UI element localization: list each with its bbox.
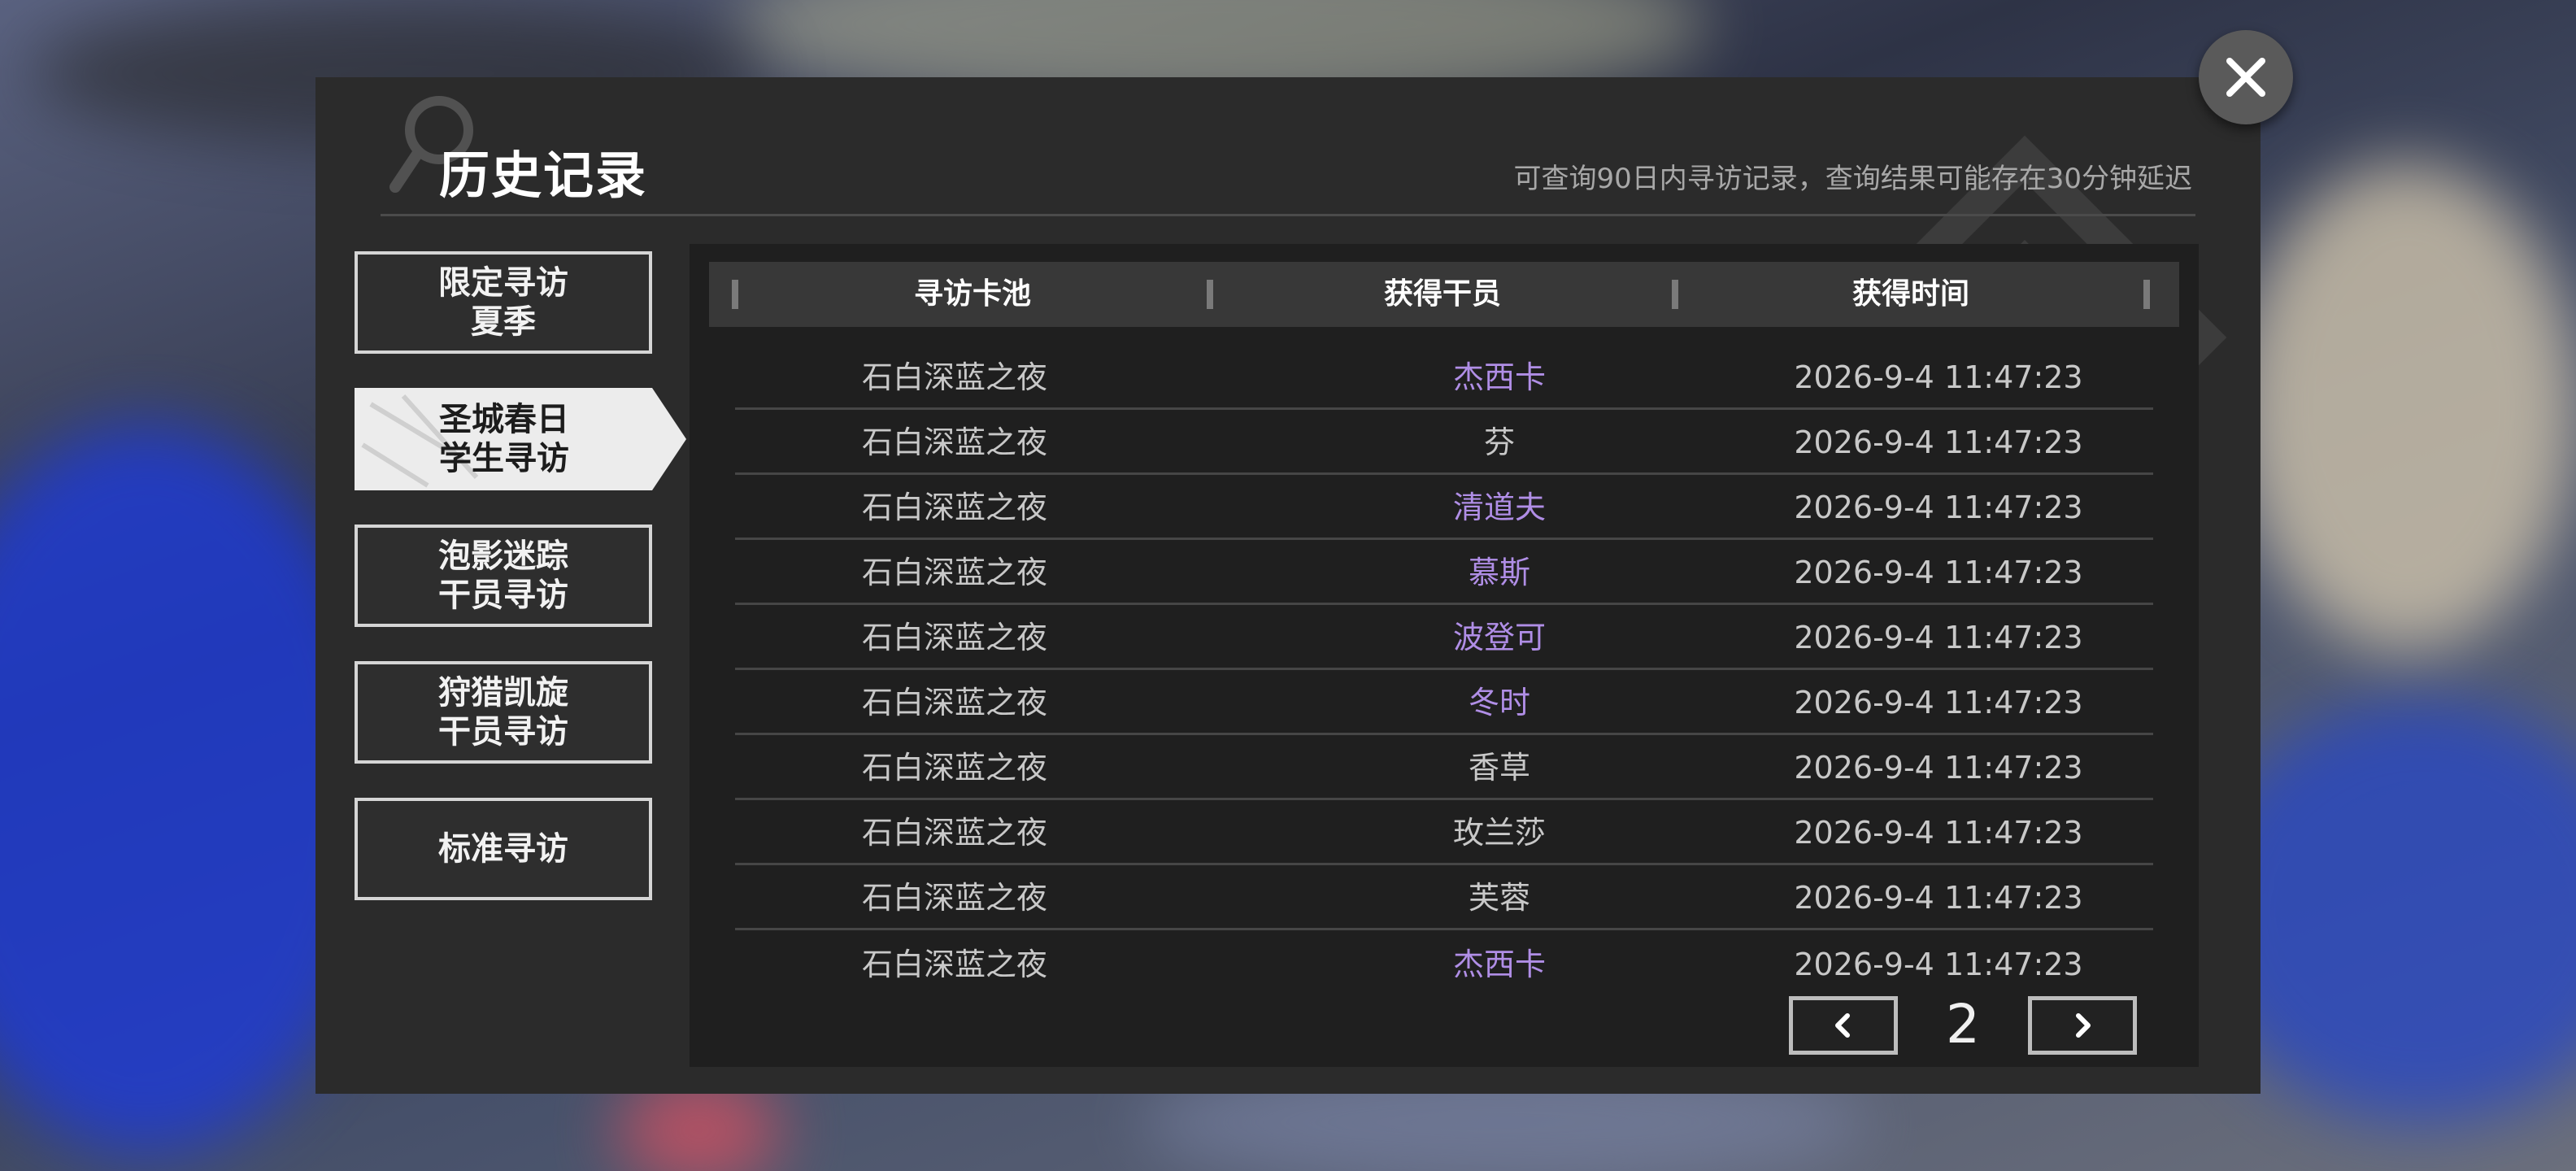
pool-cell: 石白深蓝之夜 bbox=[861, 947, 1047, 982]
table-row: 石白深蓝之夜 芬 2026-9-4 11:47:23 bbox=[735, 410, 2153, 475]
pool-cell: 石白深蓝之夜 bbox=[861, 424, 1047, 460]
page-title: 历史记录 bbox=[439, 146, 648, 205]
table-row: 石白深蓝之夜 慕斯 2026-9-4 11:47:23 bbox=[735, 540, 2153, 605]
pool-cell: 石白深蓝之夜 bbox=[861, 359, 1047, 395]
pool-cell: 石白深蓝之夜 bbox=[861, 880, 1047, 916]
table-row: 石白深蓝之夜 玫兰莎 2026-9-4 11:47:23 bbox=[735, 800, 2153, 865]
tab-holy-city-spring[interactable]: 圣城春日 学生寻访 bbox=[355, 388, 686, 490]
tab-label: 泡影迷踪 干员寻访 bbox=[438, 538, 568, 614]
tab-limited-summer[interactable]: 限定寻访 夏季 bbox=[355, 251, 652, 354]
operator-cell: 杰西卡 bbox=[1452, 947, 1546, 982]
table-row: 石白深蓝之夜 杰西卡 2026-9-4 11:47:23 bbox=[735, 932, 2153, 997]
row-divider bbox=[735, 928, 2153, 930]
table-row: 石白深蓝之夜 清道夫 2026-9-4 11:47:23 bbox=[735, 475, 2153, 540]
table-header: 寻访卡池 获得干员 获得时间 bbox=[709, 262, 2179, 327]
time-cell: 2026-9-4 11:47:23 bbox=[1794, 815, 2083, 851]
tab-label: 标准寻访 bbox=[438, 830, 568, 868]
chevron-left-icon bbox=[1835, 1013, 1850, 1038]
time-cell: 2026-9-4 11:47:23 bbox=[1794, 555, 2083, 590]
operator-cell: 冬时 bbox=[1468, 685, 1530, 720]
header-time: 获得时间 bbox=[1852, 277, 1969, 311]
tab-label: 狩猎凯旋 干员寻访 bbox=[438, 674, 568, 751]
operator-cell: 清道夫 bbox=[1452, 490, 1546, 525]
operator-cell: 玫兰莎 bbox=[1452, 815, 1546, 851]
prev-page-button[interactable] bbox=[1789, 996, 1898, 1055]
header-separator bbox=[1207, 280, 1213, 309]
close-button[interactable] bbox=[2199, 30, 2293, 124]
tab-standard[interactable]: 标准寻访 bbox=[355, 798, 652, 900]
title-divider bbox=[381, 214, 2195, 216]
pool-cell: 石白深蓝之夜 bbox=[861, 815, 1047, 851]
pool-cell: 石白深蓝之夜 bbox=[861, 750, 1047, 786]
table-row: 石白深蓝之夜 香草 2026-9-4 11:47:23 bbox=[735, 735, 2153, 800]
pool-cell: 石白深蓝之夜 bbox=[861, 555, 1047, 590]
operator-cell: 杰西卡 bbox=[1452, 359, 1546, 395]
tab-label: 限定寻访 夏季 bbox=[438, 264, 568, 341]
time-cell: 2026-9-4 11:47:23 bbox=[1794, 359, 2083, 395]
table-row: 石白深蓝之夜 冬时 2026-9-4 11:47:23 bbox=[735, 670, 2153, 735]
pool-cell: 石白深蓝之夜 bbox=[861, 620, 1047, 655]
pool-cell: 石白深蓝之夜 bbox=[861, 490, 1047, 525]
time-cell: 2026-9-4 11:47:23 bbox=[1794, 750, 2083, 786]
next-page-button[interactable] bbox=[2028, 996, 2137, 1055]
header-pool: 寻访卡池 bbox=[913, 277, 1031, 311]
header-operator: 获得干员 bbox=[1383, 277, 1501, 311]
header-separator bbox=[732, 280, 738, 309]
time-cell: 2026-9-4 11:47:23 bbox=[1794, 424, 2083, 460]
table-row: 石白深蓝之夜 杰西卡 2026-9-4 11:47:23 bbox=[735, 345, 2153, 410]
tab-label: 圣城春日 学生寻访 bbox=[439, 401, 569, 477]
tab-bubble-trail[interactable]: 泡影迷踪 干员寻访 bbox=[355, 525, 652, 627]
pool-cell: 石白深蓝之夜 bbox=[861, 685, 1047, 720]
operator-cell: 慕斯 bbox=[1468, 555, 1530, 590]
time-cell: 2026-9-4 11:47:23 bbox=[1794, 880, 2083, 916]
tab-hunting-triumph[interactable]: 狩猎凯旋 干员寻访 bbox=[355, 661, 652, 764]
header-separator bbox=[1672, 280, 1678, 309]
time-cell: 2026-9-4 11:47:23 bbox=[1794, 685, 2083, 720]
header-separator bbox=[2143, 280, 2150, 309]
operator-cell: 芙蓉 bbox=[1468, 880, 1530, 916]
time-cell: 2026-9-4 11:47:23 bbox=[1794, 947, 2083, 982]
time-cell: 2026-9-4 11:47:23 bbox=[1794, 490, 2083, 525]
table-row: 石白深蓝之夜 芙蓉 2026-9-4 11:47:23 bbox=[735, 865, 2153, 930]
table-row: 石白深蓝之夜 波登可 2026-9-4 11:47:23 bbox=[735, 605, 2153, 670]
operator-cell: 波登可 bbox=[1452, 620, 1546, 655]
operator-cell: 香草 bbox=[1468, 750, 1530, 786]
close-icon bbox=[2226, 58, 2265, 97]
time-cell: 2026-9-4 11:47:23 bbox=[1794, 620, 2083, 655]
history-table: 寻访卡池 获得干员 获得时间 石白深蓝之夜 杰西卡 2026-9-4 11:47… bbox=[690, 244, 2199, 1067]
chevron-right-icon bbox=[2076, 1013, 2091, 1038]
query-note: 可查询90日内寻访记录，查询结果可能存在30分钟延迟 bbox=[1513, 163, 2192, 195]
operator-cell: 芬 bbox=[1483, 424, 1515, 460]
page-number: 2 bbox=[1946, 993, 1980, 1056]
